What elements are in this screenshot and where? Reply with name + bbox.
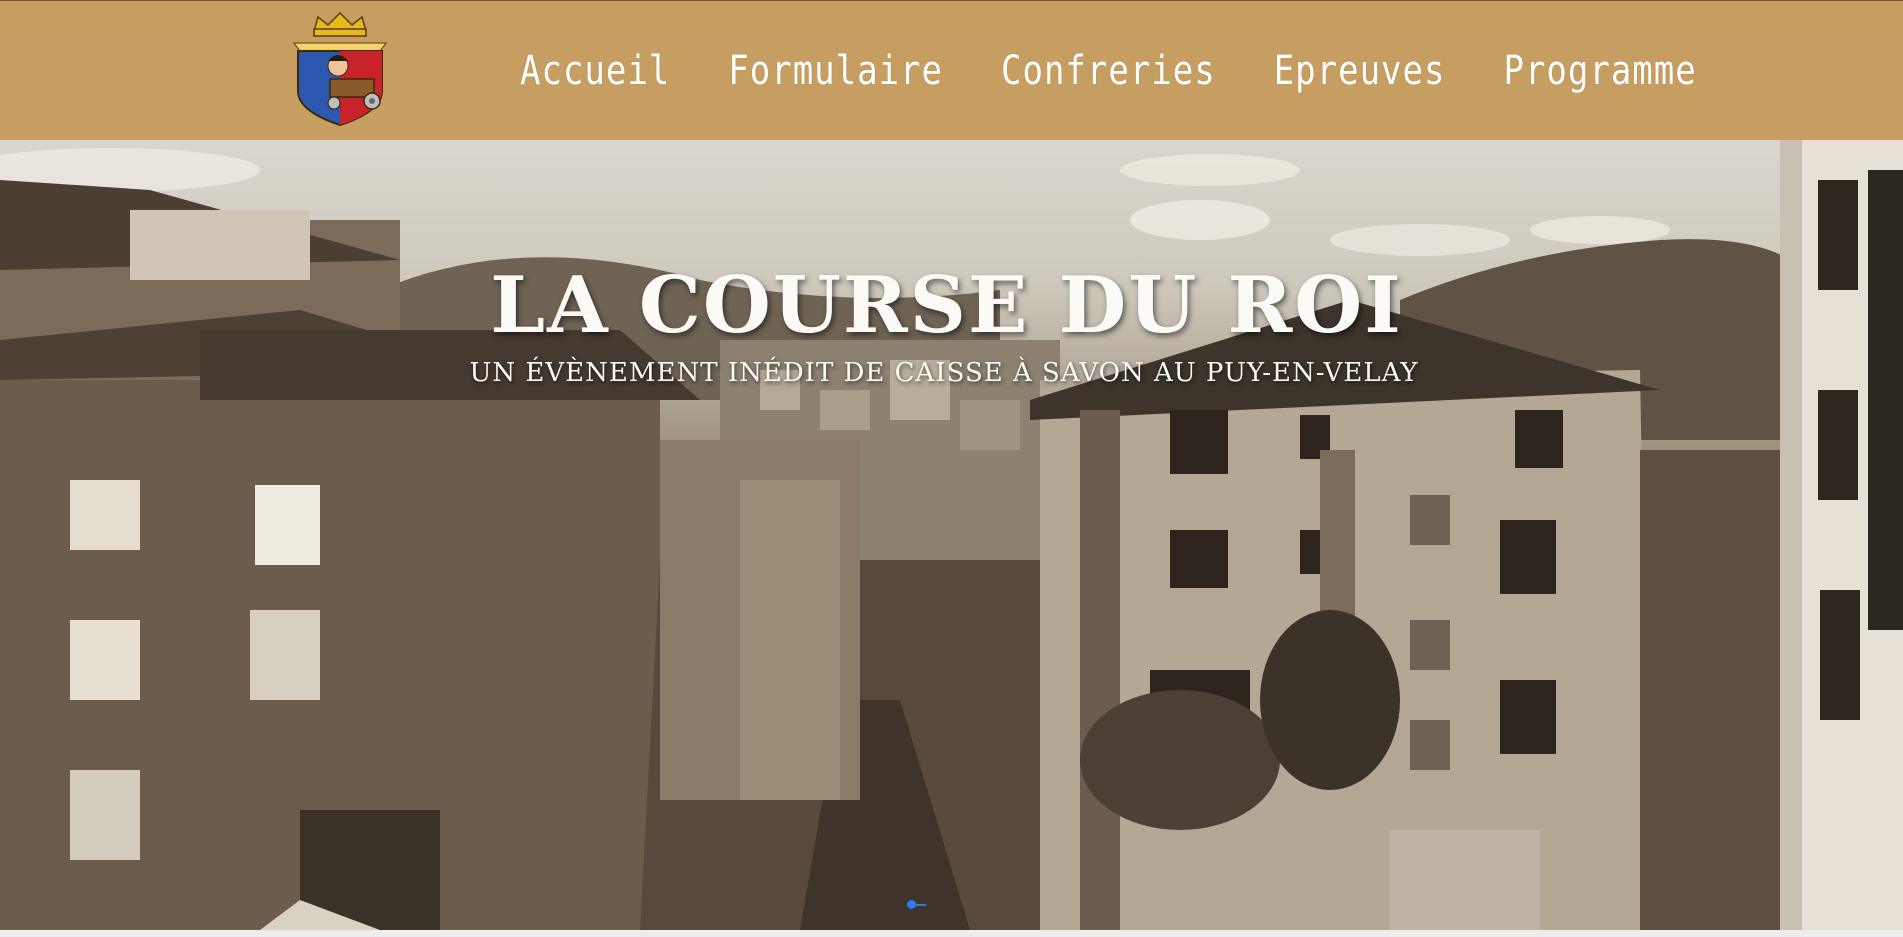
nav-epreuves[interactable]: Epreuves: [1274, 47, 1446, 94]
main-navigation: Accueil Formulaire Confreries Epreuves P…: [520, 1, 1755, 140]
slider-dot-indicator[interactable]: [907, 900, 916, 909]
site-logo[interactable]: [290, 11, 390, 127]
nav-accueil[interactable]: Accueil: [520, 47, 670, 94]
crowned-shield-logo-icon: [293, 11, 387, 127]
hero-banner: LA COURSE DU ROI UN ÉVÈNEMENT INÉDIT DE …: [0, 140, 1903, 930]
hero-background-photo: [0, 140, 1903, 930]
hero-title: LA COURSE DU ROI: [490, 260, 1403, 351]
nav-formulaire[interactable]: Formulaire: [728, 47, 943, 94]
nav-confreries[interactable]: Confreries: [1001, 47, 1216, 94]
nav-programme[interactable]: Programme: [1503, 47, 1696, 94]
hero-subtitle: UN ÉVÈNEMENT INÉDIT DE CAISSE À SAVON AU…: [469, 358, 1419, 388]
slider-dash-indicator: [916, 904, 926, 906]
site-header: Accueil Formulaire Confreries Epreuves P…: [0, 1, 1903, 140]
bottom-strip: [0, 930, 1903, 937]
